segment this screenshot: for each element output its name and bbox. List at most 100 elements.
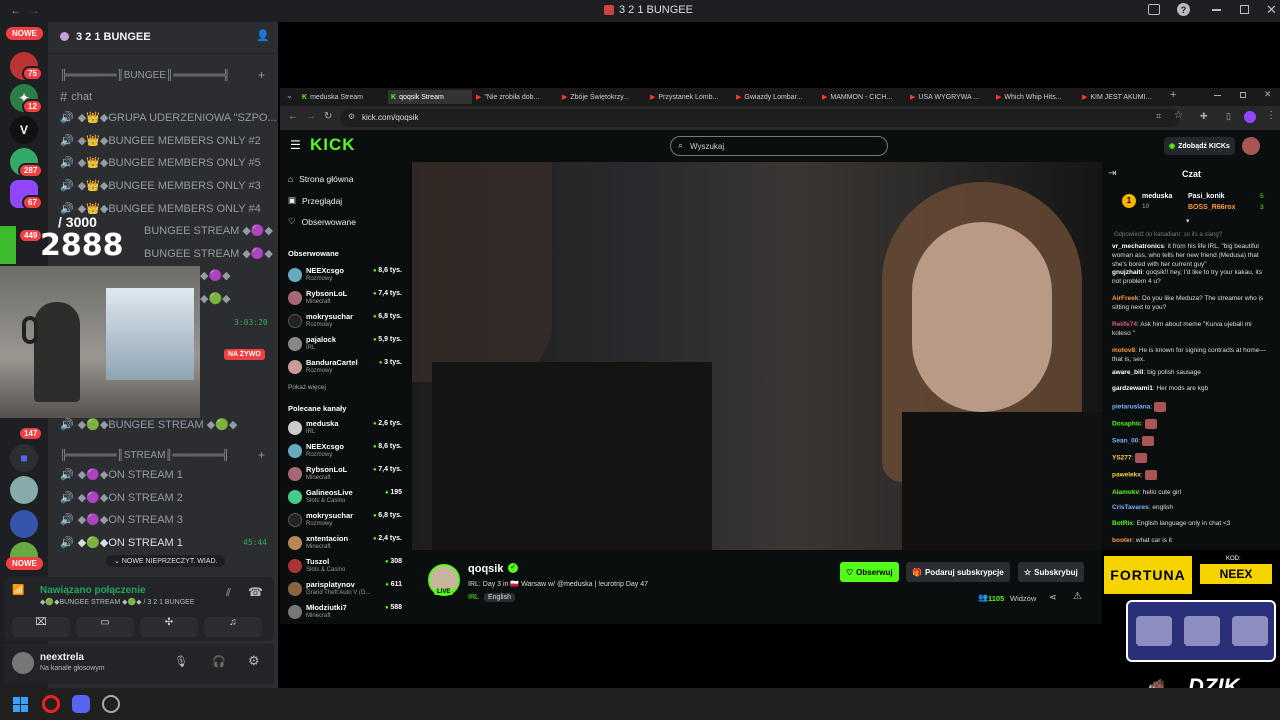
- recommended-channel[interactable]: meduskaIRL2,6 tys.: [288, 419, 408, 441]
- followed-channel[interactable]: NEEXcsgoRozmowy8,6 tys.: [288, 266, 408, 288]
- leaderboard-name[interactable]: meduska: [1142, 193, 1172, 200]
- tab[interactable]: ▶ Zbóje Świętokrzy...: [562, 90, 642, 104]
- tab[interactable]: ▶ Przystanek Lomb...: [650, 90, 730, 104]
- bookmark-icon[interactable]: ☆: [1174, 110, 1183, 121]
- site-info-icon[interactable]: ⚙: [348, 112, 355, 121]
- headphones-icon[interactable]: 🎧: [212, 655, 226, 668]
- tab-list-icon[interactable]: ⌄: [286, 91, 293, 100]
- minimize-icon[interactable]: [1214, 95, 1221, 96]
- app-icon[interactable]: [102, 695, 120, 713]
- category-link[interactable]: IRL: [468, 594, 479, 601]
- chat-username[interactable]: vr_mechatronics: [1112, 243, 1164, 250]
- voice-channel-path[interactable]: ◆🟢◆BUNGEE STREAM ◆🟢◆ / 3 2 1 BUNGEE: [40, 598, 195, 606]
- microphone-icon[interactable]: 🎙: [174, 655, 188, 668]
- get-kicks-button[interactable]: ◉ Zdobądź KICKs: [1164, 137, 1235, 155]
- nav-browse[interactable]: ▣ Przeglądaj: [288, 195, 342, 206]
- forward-arrow-icon[interactable]: →: [28, 3, 40, 17]
- tab[interactable]: ▶ MAMMON - CICH...: [822, 90, 902, 104]
- followed-channel[interactable]: mokrysucharRozmowy6,8 tys.: [288, 312, 408, 334]
- collapse-chat-icon[interactable]: ⇥: [1108, 168, 1116, 179]
- voice-channel[interactable]: ◆👑◆BUNGEE MEMBERS ONLY #3: [78, 179, 261, 192]
- maximize-icon[interactable]: [1240, 5, 1249, 14]
- server-header[interactable]: 3 2 1 BUNGEE ⌄ 👤: [48, 22, 278, 54]
- chat-username[interactable]: gnujzhaiti: [1112, 269, 1142, 276]
- tab[interactable]: ▶ "Nie zrobiła dob...: [476, 90, 556, 104]
- back-arrow-icon[interactable]: ←: [288, 111, 298, 122]
- stream-channel[interactable]: ◆🟣◆ON STREAM 3: [78, 513, 183, 526]
- followed-channel[interactable]: pajalockIRL5,9 tys.: [288, 335, 408, 357]
- share-icon[interactable]: ⋖: [1049, 592, 1057, 603]
- voice-channel[interactable]: ◆👑◆GRUPA UDERZENIOWA "SZPO...: [78, 111, 277, 124]
- stream-channel[interactable]: ◆🟣◆ON STREAM 1: [78, 468, 183, 481]
- extensions-icon[interactable]: ✚: [1200, 111, 1208, 122]
- chat-username[interactable]: BotRix: [1112, 520, 1133, 527]
- recommended-channel[interactable]: xntentacionMinecraft2,4 tys.: [288, 534, 408, 556]
- new-badge[interactable]: NOWE: [6, 27, 43, 40]
- disconnect-icon[interactable]: ☎: [248, 585, 263, 599]
- chat-username[interactable]: gardzewami1: [1112, 385, 1153, 392]
- subscribe-button[interactable]: ☆ Subskrybuj: [1018, 562, 1084, 582]
- voice-channel[interactable]: ◆👑◆BUNGEE MEMBERS ONLY #5: [78, 156, 261, 169]
- gift-sub-button[interactable]: 🎁 Podaruj subskrypcje: [906, 562, 1010, 582]
- new-tab-icon[interactable]: +: [1170, 89, 1176, 101]
- voice-channel[interactable]: BUNGEE STREAM ◆🟣◆: [144, 224, 273, 237]
- language-tag[interactable]: English: [484, 593, 515, 602]
- recommended-channel[interactable]: RybsonLoLMinecraft7,4 tys.: [288, 465, 408, 487]
- category-stream[interactable]: ╠═══════║STREAM║═══════╣: [60, 450, 229, 461]
- chat-username[interactable]: pawelekx: [1112, 472, 1141, 479]
- stream-channel-active[interactable]: ◆🟢◆ON STREAM 1: [78, 536, 183, 549]
- forward-arrow-icon[interactable]: →: [306, 111, 316, 122]
- close-icon[interactable]: ✕: [1264, 89, 1272, 100]
- recommended-channel[interactable]: NEEXcsgoRozmowy8,6 tys.: [288, 442, 408, 464]
- chat-username[interactable]: YS277: [1112, 455, 1132, 462]
- new-badge[interactable]: NOWE: [6, 557, 43, 570]
- streamer-name[interactable]: qoqsik: [468, 563, 503, 575]
- menu-dots-icon[interactable]: ⋮: [1266, 110, 1276, 121]
- help-icon[interactable]: ?: [1177, 3, 1190, 16]
- folder-icon[interactable]: ■: [10, 444, 38, 472]
- avatar[interactable]: [12, 652, 34, 674]
- voice-channel[interactable]: ◆👑◆BUNGEE MEMBERS ONLY #2: [78, 134, 261, 147]
- follow-button[interactable]: ♡ Obserwuj: [840, 562, 899, 582]
- chat-username[interactable]: pietaruslana: [1112, 404, 1150, 411]
- chat-username[interactable]: Sean_00: [1112, 438, 1138, 445]
- recommended-channel[interactable]: TuszolSlots & Casino308: [288, 557, 408, 579]
- hamburger-icon[interactable]: ☰: [290, 138, 301, 152]
- close-icon[interactable]: ✕: [1266, 2, 1277, 18]
- activities-button[interactable]: ✣: [140, 617, 198, 637]
- server-avatar-3[interactable]: V: [10, 116, 38, 144]
- noise-suppression-icon[interactable]: ⫽: [226, 587, 231, 600]
- recommended-channel[interactable]: Młodziutki7Minecraft588: [288, 603, 408, 625]
- tab[interactable]: ▶ Which Whip Hits...: [996, 90, 1076, 104]
- recommended-channel[interactable]: GalineosLiveSlots & Casino195: [288, 488, 408, 510]
- minimize-icon[interactable]: [1212, 9, 1221, 11]
- stream-channel[interactable]: ◆🟣◆ON STREAM 2: [78, 491, 183, 504]
- recommended-channel[interactable]: parisplatynovGrand Theft Auto V (G...611: [288, 580, 408, 602]
- report-icon[interactable]: ⚠: [1073, 591, 1082, 602]
- chat-username[interactable]: Alamokv: [1112, 489, 1139, 496]
- reload-icon[interactable]: ↻: [324, 111, 332, 122]
- followed-channel[interactable]: BanduraCartelRozmowy3 tys.: [288, 358, 408, 380]
- kick-logo[interactable]: KICK: [310, 135, 356, 155]
- server-avatar-5[interactable]: [10, 476, 38, 504]
- windows-start-icon[interactable]: [13, 697, 28, 712]
- chat-username[interactable]: aware_bill: [1112, 369, 1143, 376]
- chat-username[interactable]: Relife74: [1112, 321, 1137, 328]
- voice-channel[interactable]: ◆👑◆BUNGEE MEMBERS ONLY #4: [78, 202, 261, 215]
- tab[interactable]: ▶ Gwiazdy Lombar...: [736, 90, 816, 104]
- chat-username[interactable]: CrisTavares: [1112, 504, 1149, 511]
- recommended-channel[interactable]: mokrysucharRozmowy6,8 tys.: [288, 511, 408, 533]
- voice-channel[interactable]: ◆🟢◆BUNGEE STREAM ◆🟢◆: [78, 418, 238, 431]
- chat-username[interactable]: motov8: [1112, 347, 1135, 354]
- voice-channel[interactable]: BUNGEE STREAM ◆🟣◆: [144, 247, 273, 260]
- add-channel-icon[interactable]: +: [258, 448, 265, 462]
- server-avatar-6[interactable]: [10, 510, 38, 538]
- tab[interactable]: ▶ KIM JEST AKUMI...: [1082, 90, 1162, 104]
- unread-messages-pill[interactable]: ⌄ NOWE NIEPRZECZYT. WIAD.: [106, 555, 226, 567]
- voice-channel[interactable]: ◆🟣◆: [200, 269, 231, 282]
- channel-chat[interactable]: chat: [71, 91, 92, 103]
- voice-channel[interactable]: ◆🟢◆: [200, 292, 231, 305]
- soundboard-button[interactable]: ♫: [204, 617, 262, 637]
- screen-share-button[interactable]: ▭: [76, 617, 134, 637]
- chevron-down-icon[interactable]: ▾: [1186, 217, 1190, 225]
